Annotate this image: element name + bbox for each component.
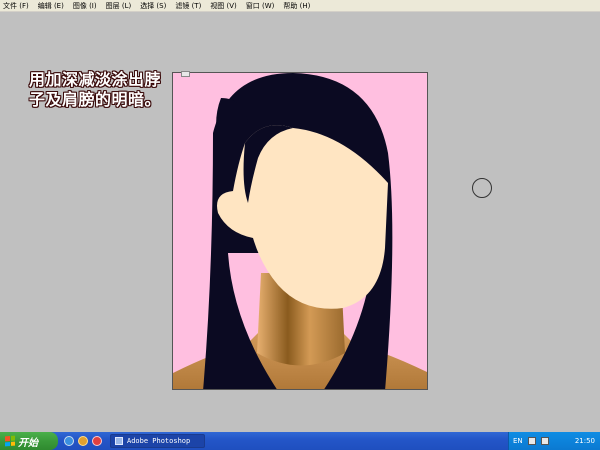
- menu-bar: 文件 (F) 编辑 (E) 图像 (I) 图层 (L) 选择 (S) 滤镜 (T…: [0, 0, 600, 12]
- system-tray: EN 21:50: [508, 432, 600, 450]
- brush-cursor-icon: [472, 178, 492, 198]
- taskbar: 开始 Adobe Photoshop EN 21:50: [0, 432, 600, 450]
- document-canvas[interactable]: [172, 72, 428, 390]
- start-label: 开始: [18, 437, 38, 449]
- app-icon[interactable]: [92, 436, 102, 446]
- ie-icon[interactable]: [64, 436, 74, 446]
- portrait-illustration: [173, 73, 427, 389]
- language-indicator[interactable]: EN: [513, 437, 523, 445]
- menu-help[interactable]: 帮助 (H): [283, 0, 310, 12]
- menu-view[interactable]: 视图 (V): [210, 0, 236, 12]
- menu-file[interactable]: 文件 (F): [3, 0, 29, 12]
- caption-line-1: 用加深减淡涂出脖: [29, 70, 162, 89]
- menu-filter[interactable]: 滤镜 (T): [175, 0, 201, 12]
- tutorial-caption: 用加深减淡涂出脖 子及肩膀的明暗。: [29, 70, 189, 110]
- start-button[interactable]: 开始: [0, 432, 58, 450]
- media-icon[interactable]: [78, 436, 88, 446]
- menu-window[interactable]: 窗口 (W): [246, 0, 275, 12]
- taskbar-photoshop-button[interactable]: Adobe Photoshop: [110, 434, 205, 448]
- windows-flag-icon: [5, 435, 15, 447]
- caption-line-2: 子及肩膀的明暗。: [29, 90, 162, 109]
- menu-image[interactable]: 图像 (I): [73, 0, 97, 12]
- clock: 21:50: [574, 437, 595, 445]
- menu-select[interactable]: 选择 (S): [140, 0, 166, 12]
- quick-launch: [64, 436, 102, 446]
- volume-icon[interactable]: [540, 437, 549, 445]
- menu-edit[interactable]: 编辑 (E): [38, 0, 64, 12]
- help-icon[interactable]: [527, 437, 536, 445]
- menu-layer[interactable]: 图层 (L): [106, 0, 132, 12]
- taskbar-photoshop-label: Adobe Photoshop: [127, 437, 191, 445]
- photoshop-icon: [115, 437, 123, 445]
